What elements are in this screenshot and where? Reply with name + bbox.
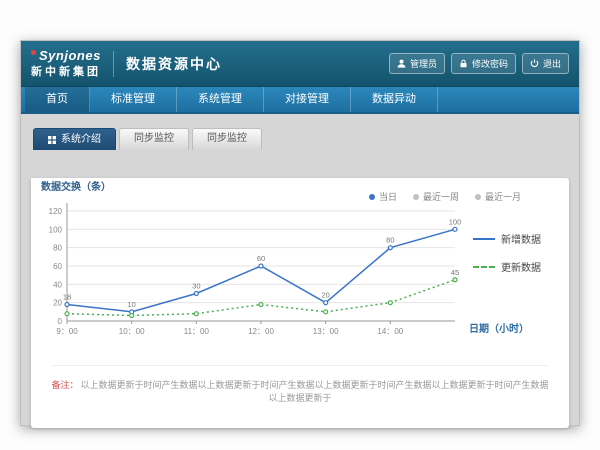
- tab-sync-monitor-2[interactable]: 同步监控: [192, 128, 262, 150]
- logout-label: 退出: [543, 57, 561, 70]
- svg-text:13：00: 13：00: [313, 327, 339, 336]
- logo-accent-dot: [31, 50, 36, 55]
- legend-line-sample-dashed: [473, 266, 495, 268]
- tab-sync-monitor-1[interactable]: 同步监控: [119, 128, 189, 150]
- chart-row: 0 20 40 60 80 100 120 9：00 10：00 11：00 12：00 13：00 1…: [31, 195, 569, 345]
- svg-text:14：00: 14：00: [377, 327, 403, 336]
- footnote-text: 以上数据更新于时间产生数据以上数据更新于时间产生数据以上数据更新于时间产生数据以…: [81, 380, 549, 403]
- svg-text:20: 20: [321, 291, 329, 300]
- header-divider: [113, 51, 114, 77]
- logo: Synjones 新中新集团: [31, 49, 101, 77]
- header: Synjones 新中新集团 数据资源中心 管理员 修改密码 退出: [21, 41, 579, 87]
- svg-text:11：00: 11：00: [184, 327, 210, 336]
- main-nav: 首页 标准管理 系统管理 对接管理 数据异动: [21, 87, 579, 114]
- svg-text:18: 18: [63, 293, 71, 302]
- nav-item-home[interactable]: 首页: [25, 87, 90, 112]
- chart-side: 新增数据 更新数据 日期（小时）: [467, 195, 567, 345]
- line-chart: 0 20 40 60 80 100 120 9：00 10：00 11：00 12：00 13：00 1…: [37, 195, 467, 345]
- svg-text:20: 20: [53, 299, 62, 308]
- lock-icon: [459, 59, 468, 68]
- legend-update-data[interactable]: 更新数据: [473, 259, 541, 274]
- legend-line-sample-solid: [473, 238, 495, 240]
- app-window: Synjones 新中新集团 数据资源中心 管理员 修改密码 退出 首页 标准管…: [20, 40, 580, 426]
- legend-new-data-label: 新增数据: [501, 231, 541, 246]
- admin-user-button[interactable]: 管理员: [389, 53, 445, 74]
- svg-text:9：00: 9：00: [56, 327, 78, 336]
- series-legend: 新增数据 更新数据: [473, 231, 541, 287]
- grid-icon: [48, 136, 56, 144]
- change-password-button[interactable]: 修改密码: [451, 53, 516, 74]
- footnote-prefix: 备注：: [51, 380, 78, 390]
- nav-item-interface-mgmt[interactable]: 对接管理: [264, 87, 351, 112]
- tab-label: 系统介绍: [61, 129, 101, 151]
- filter-dot-week: [413, 194, 419, 200]
- tab-bar: 系统介绍 同步监控 同步监控: [33, 128, 569, 150]
- svg-text:45: 45: [451, 268, 459, 277]
- legend-update-data-label: 更新数据: [501, 259, 541, 274]
- svg-text:0: 0: [58, 317, 63, 326]
- nav-item-data-change[interactable]: 数据异动: [351, 87, 438, 112]
- logo-subtitle: 新中新集团: [31, 66, 101, 78]
- chart-card: 当日 最近一周 最近一月 数据交换（条） 0204060801001209：00…: [31, 178, 569, 428]
- content-area: 系统介绍 同步监控 同步监控 当日 最近一周 最近一月 数据交换（条） 0204…: [21, 114, 579, 425]
- filter-today-label: 当日: [379, 190, 397, 203]
- legend-new-data[interactable]: 新增数据: [473, 231, 541, 246]
- filter-dot-today: [369, 194, 375, 200]
- app-title: 数据资源中心: [126, 54, 222, 74]
- x-axis-title: 日期（小时）: [469, 320, 529, 335]
- svg-text:120: 120: [49, 207, 63, 216]
- filter-today[interactable]: 当日: [369, 190, 397, 203]
- svg-text:100: 100: [449, 217, 462, 226]
- svg-text:40: 40: [53, 280, 62, 289]
- svg-text:10：00: 10：00: [119, 327, 145, 336]
- logo-text: Synjones: [39, 48, 101, 63]
- svg-text:60: 60: [257, 254, 265, 263]
- svg-text:30: 30: [192, 282, 200, 291]
- change-password-label: 修改密码: [472, 57, 508, 70]
- filter-week-label: 最近一周: [423, 190, 459, 203]
- tab-system-intro[interactable]: 系统介绍: [33, 128, 116, 150]
- svg-text:80: 80: [386, 236, 394, 245]
- logo-wordmark: Synjones: [31, 49, 101, 63]
- header-actions: 管理员 修改密码 退出: [389, 53, 569, 74]
- filter-last-week[interactable]: 最近一周: [413, 190, 459, 203]
- svg-text:60: 60: [53, 262, 62, 271]
- svg-text:12：00: 12：00: [248, 327, 274, 336]
- user-icon: [397, 59, 406, 68]
- nav-item-system-mgmt[interactable]: 系统管理: [177, 87, 264, 112]
- svg-text:80: 80: [53, 244, 62, 253]
- nav-item-standard-mgmt[interactable]: 标准管理: [90, 87, 177, 112]
- power-icon: [530, 59, 539, 68]
- svg-text:100: 100: [49, 225, 63, 234]
- logout-button[interactable]: 退出: [522, 53, 569, 74]
- admin-user-label: 管理员: [410, 57, 437, 70]
- footnote: 备注：以上数据更新于时间产生数据以上数据更新于时间产生数据以上数据更新于时间产生…: [51, 365, 549, 404]
- svg-text:10: 10: [127, 300, 135, 309]
